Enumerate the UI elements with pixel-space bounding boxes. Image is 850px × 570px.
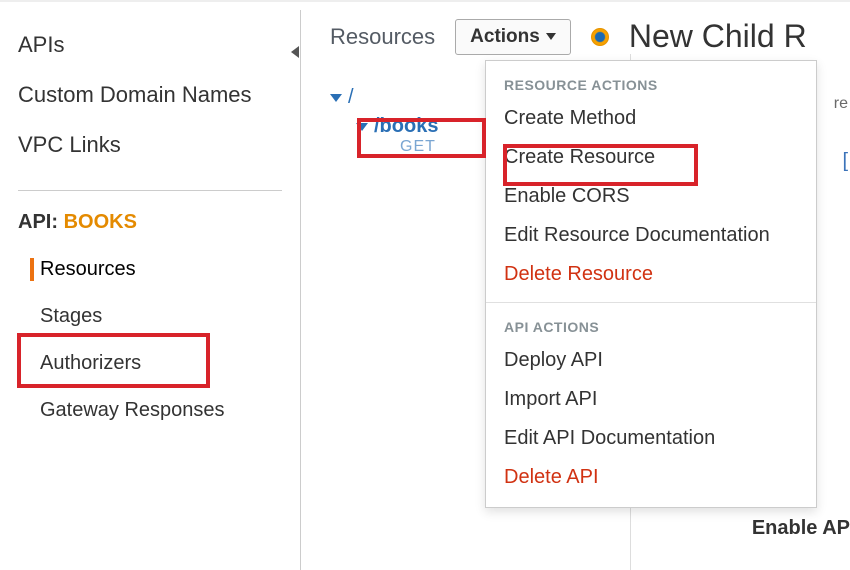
top-divider: [0, 0, 850, 2]
api-name: BOOKS: [64, 211, 137, 233]
sidebar-border: [300, 10, 301, 570]
enable-api-mock-text: Enable AP: [752, 517, 850, 540]
sidebar: APIs Custom Domain Names VPC Links API: …: [0, 10, 300, 434]
sidebar-sub-gateway-responses[interactable]: Gateway Responses: [0, 387, 300, 434]
dropdown-item-delete-resource[interactable]: Delete Resource: [486, 255, 816, 294]
actions-button[interactable]: Actions: [455, 19, 571, 55]
sidebar-item-apis-label: APIs: [18, 32, 64, 58]
sidebar-item-vpc-links[interactable]: VPC Links: [0, 120, 300, 170]
cutoff-text-1: re: [834, 95, 848, 113]
sidebar-top-nav: APIs Custom Domain Names VPC Links: [0, 20, 300, 170]
api-prefix: API:: [18, 211, 64, 233]
tree-root[interactable]: /: [330, 80, 438, 115]
sidebar-sub-stages-label: Stages: [0, 293, 300, 340]
collapse-sidebar-icon[interactable]: [291, 46, 299, 58]
sidebar-sub-authorizers-label: Authorizers: [0, 340, 300, 387]
dropdown-item-create-method[interactable]: Create Method: [486, 99, 816, 138]
sidebar-item-apis[interactable]: APIs: [0, 20, 300, 70]
actions-button-label: Actions: [470, 26, 540, 48]
sidebar-sub-resources[interactable]: Resources: [0, 246, 300, 293]
cutoff-text-2: [: [842, 150, 848, 173]
dropdown-item-deploy-api[interactable]: Deploy API: [486, 341, 816, 380]
dropdown-item-create-resource[interactable]: Create Resource: [486, 138, 816, 177]
page-title: New Child R: [629, 18, 807, 55]
sidebar-divider: [18, 190, 282, 191]
dropdown-item-edit-api-doc[interactable]: Edit API Documentation: [486, 419, 816, 458]
dropdown-item-enable-cors[interactable]: Enable CORS: [486, 177, 816, 216]
dropdown-section-resource: RESOURCE ACTIONS: [486, 69, 816, 99]
dropdown-divider: [486, 302, 816, 303]
sidebar-sub-authorizers[interactable]: Authorizers: [0, 340, 300, 387]
dropdown-item-edit-resource-doc[interactable]: Edit Resource Documentation: [486, 216, 816, 255]
dropdown-section-api: API ACTIONS: [486, 311, 816, 341]
caret-down-icon: [546, 33, 556, 40]
api-sub-nav: Resources Stages Authorizers Gateway Res…: [0, 246, 300, 434]
expand-icon[interactable]: [356, 123, 368, 131]
tree-child-label: /books: [374, 115, 438, 138]
main-header: Resources Actions New Child R: [330, 18, 850, 55]
tree-method-get[interactable]: GET: [400, 138, 438, 156]
sidebar-item-cdn-label: Custom Domain Names: [18, 82, 252, 107]
tree-root-label: /: [348, 86, 354, 109]
sidebar-item-custom-domain-names[interactable]: Custom Domain Names: [0, 70, 300, 120]
dropdown-item-import-api[interactable]: Import API: [486, 380, 816, 419]
sidebar-item-vpc-label: VPC Links: [18, 132, 121, 157]
tree-method-label: GET: [400, 138, 436, 155]
resource-tree: / /books GET: [330, 80, 438, 156]
sidebar-sub-resources-label: Resources: [0, 246, 300, 293]
actions-dropdown: RESOURCE ACTIONS Create Method Create Re…: [485, 60, 817, 508]
dropdown-item-delete-api[interactable]: Delete API: [486, 458, 816, 497]
resources-column-title: Resources: [330, 24, 435, 50]
tree-child-books[interactable]: /books: [356, 115, 438, 138]
expand-icon[interactable]: [330, 94, 342, 102]
sidebar-sub-gw-label: Gateway Responses: [0, 387, 300, 434]
sidebar-sub-stages[interactable]: Stages: [0, 293, 300, 340]
status-dot-icon: [591, 28, 609, 46]
api-heading: API: BOOKS: [0, 211, 300, 246]
